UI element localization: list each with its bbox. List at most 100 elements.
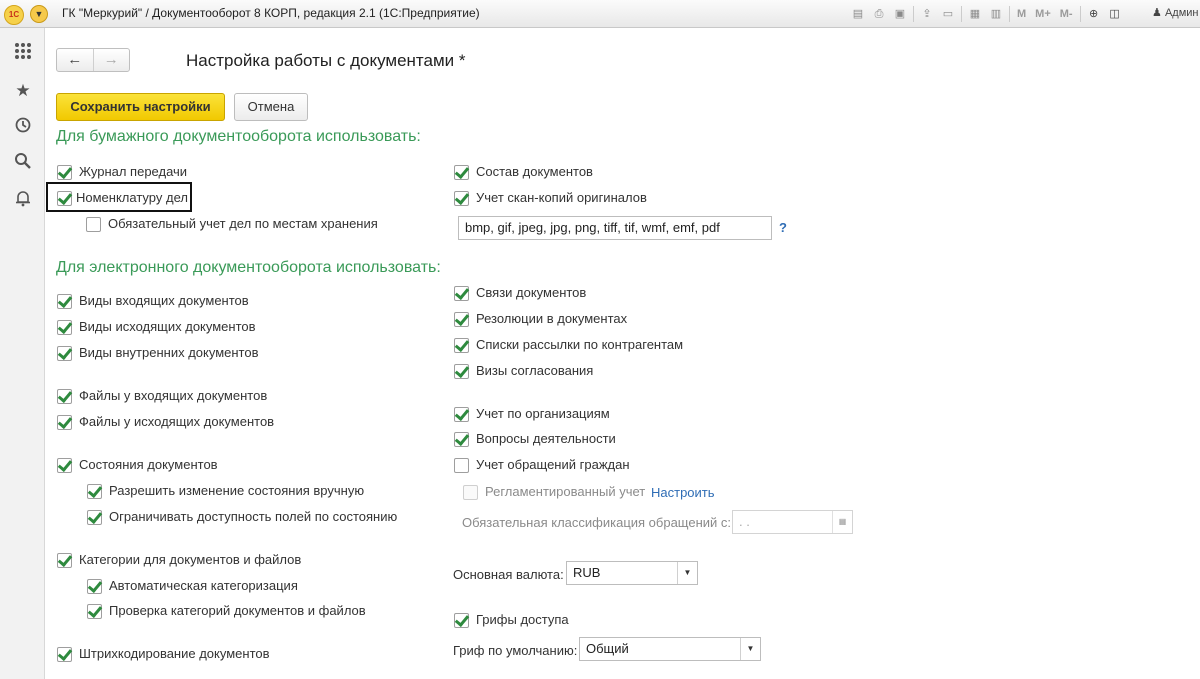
user-name[interactable]: ♟ Админ — [1152, 6, 1198, 19]
checkbox-label: Грифы доступа — [476, 612, 569, 627]
paper-section-title: Для бумажного документооборота использов… — [56, 128, 421, 145]
checkbox-label: Состояния документов — [79, 457, 218, 472]
classification-date-field: . . ▦ — [732, 510, 853, 534]
checkbox-box[interactable] — [57, 458, 72, 473]
checkbox-label: Проверка категорий документов и файлов — [109, 603, 366, 618]
print-icon[interactable]: ⎙ — [871, 6, 887, 22]
checkbox-label: Виды внутренних документов — [79, 345, 259, 360]
checkbox-box[interactable] — [87, 484, 102, 499]
main-menu-button[interactable]: ▼ — [30, 5, 48, 23]
checkbox-label: Учет скан-копий оригиналов — [476, 190, 647, 205]
checkbox-box[interactable] — [454, 364, 469, 379]
user-icon: ♟ — [1152, 7, 1162, 19]
checkbox-box[interactable] — [57, 346, 72, 361]
help-link[interactable]: ? — [779, 220, 787, 235]
checkbox-box[interactable] — [454, 165, 469, 180]
upload-icon[interactable]: ⇪ — [919, 6, 935, 22]
chevron-down-icon[interactable]: ▼ — [740, 638, 760, 660]
checkbox-box[interactable] — [87, 604, 102, 619]
left-sidebar: ★ — [0, 28, 45, 679]
checkbox-box[interactable] — [454, 432, 469, 447]
checkbox-label: Категории для документов и файлов — [79, 552, 302, 567]
window-title: ГК "Меркурий" / Документооборот 8 КОРП, … — [62, 6, 480, 20]
toolbar-divider — [1079, 6, 1081, 22]
forward-button[interactable]: → — [92, 49, 130, 71]
back-button[interactable]: ← — [57, 49, 93, 71]
checkbox-label: Связи документов — [476, 285, 587, 300]
zoom-icon[interactable]: ⊕ — [1086, 6, 1102, 22]
navigation-buttons: ← → — [56, 48, 130, 72]
checkbox-box[interactable] — [454, 191, 469, 206]
checkbox-label: Разрешить изменение состояния вручную — [109, 483, 365, 498]
default-grif-value: Общий — [586, 641, 629, 656]
checkbox-box[interactable] — [57, 191, 72, 206]
checkbox-box[interactable] — [454, 312, 469, 327]
checkbox-box[interactable] — [87, 579, 102, 594]
checkbox-label: Списки рассылки по контрагентам — [476, 337, 684, 352]
checkbox-box[interactable] — [454, 286, 469, 301]
classification-date-value: . . — [739, 514, 750, 529]
bell-icon[interactable] — [12, 189, 34, 211]
checkbox-box[interactable] — [454, 458, 469, 473]
checkbox-box[interactable] — [57, 389, 72, 404]
checkbox-box[interactable] — [57, 415, 72, 430]
checkbox-label: Состав документов — [476, 164, 593, 179]
checkbox-box[interactable] — [87, 510, 102, 525]
calendar-icon[interactable]: ▥ — [988, 6, 1004, 22]
checkbox-box[interactable] — [454, 338, 469, 353]
cancel-button[interactable]: Отмена — [234, 93, 308, 121]
checkbox-label: Учет по организациям — [476, 406, 610, 421]
checkbox-box[interactable] — [454, 407, 469, 422]
checkbox-box[interactable] — [57, 647, 72, 662]
configure-link[interactable]: Настроить — [651, 485, 715, 500]
checkbox-label: Журнал передачи — [79, 164, 188, 179]
checkbox-box[interactable] — [57, 165, 72, 180]
preview-icon[interactable]: ▣ — [892, 6, 908, 22]
user-label: Админ — [1164, 7, 1199, 19]
calendar-icon: ▦ — [832, 511, 852, 533]
checkbox-label: Файлы у входящих документов — [79, 388, 268, 403]
app-logo: 1С — [4, 5, 24, 25]
calculator-icon[interactable]: ▦ — [967, 6, 983, 22]
page-title: Настройка работы с документами * — [186, 51, 466, 70]
checkbox-label: Штрихкодирование документов — [79, 646, 270, 661]
checkbox-label: Номенклатуру дел — [76, 190, 188, 205]
save-settings-button[interactable]: Сохранить настройки — [56, 93, 225, 121]
scan-extensions-field[interactable]: bmp, gif, jpeg, jpg, png, tiff, tif, wmf… — [458, 216, 772, 240]
checkbox-box[interactable] — [57, 320, 72, 335]
currency-select[interactable]: RUB ▼ — [566, 561, 698, 585]
checkbox-label: Автоматическая категоризация — [109, 578, 298, 593]
save-icon[interactable]: ▤ — [850, 6, 866, 22]
checkbox-label: Вопросы деятельности — [476, 431, 616, 446]
checkbox-box[interactable] — [454, 613, 469, 628]
history-icon[interactable] — [12, 116, 34, 138]
default-grif-select[interactable]: Общий ▼ — [579, 637, 761, 661]
checkbox-box[interactable] — [57, 553, 72, 568]
apps-grid-icon[interactable] — [12, 42, 34, 64]
currency-value: RUB — [573, 565, 601, 580]
toolbar-divider — [961, 6, 962, 22]
classification-label: Обязательная классификация обращений с: — [462, 515, 732, 530]
checkbox-label: Резолюции в документах — [476, 311, 628, 326]
checkbox-box — [463, 485, 478, 500]
window-titlebar: 1С ▼ ГК "Меркурий" / Документооборот 8 К… — [0, 0, 1200, 28]
toolbar-divider — [1009, 6, 1010, 22]
star-icon[interactable]: ★ — [12, 80, 34, 102]
checkbox-label: Учет обращений граждан — [476, 457, 630, 472]
checkbox-box[interactable] — [57, 294, 72, 309]
chevron-down-icon[interactable]: ▼ — [677, 562, 697, 584]
panel-icon[interactable]: ◫ — [1107, 6, 1123, 22]
checkbox-label: Визы согласования — [476, 363, 594, 378]
memory-button[interactable]: M — [1015, 6, 1028, 22]
checkbox-label: Виды исходящих документов — [79, 319, 256, 334]
search-icon[interactable] — [12, 152, 34, 174]
checkbox-box[interactable] — [86, 217, 101, 232]
document-icon[interactable]: ▭ — [940, 6, 956, 22]
toolbar-divider — [913, 6, 914, 22]
memory-minus-button[interactable]: M- — [1058, 6, 1075, 22]
checkbox-label: Виды входящих документов — [79, 293, 249, 308]
memory-plus-button[interactable]: M+ — [1033, 6, 1053, 22]
checkbox-label: Ограничивать доступность полей по состоя… — [109, 509, 398, 524]
electronic-section-title: Для электронного документооборота исполь… — [56, 259, 441, 276]
title-toolbar: ▤ ⎙ ▣ ⇪ ▭ ▦ ▥ M M+ M- ⊕ ◫ — [850, 5, 1123, 23]
